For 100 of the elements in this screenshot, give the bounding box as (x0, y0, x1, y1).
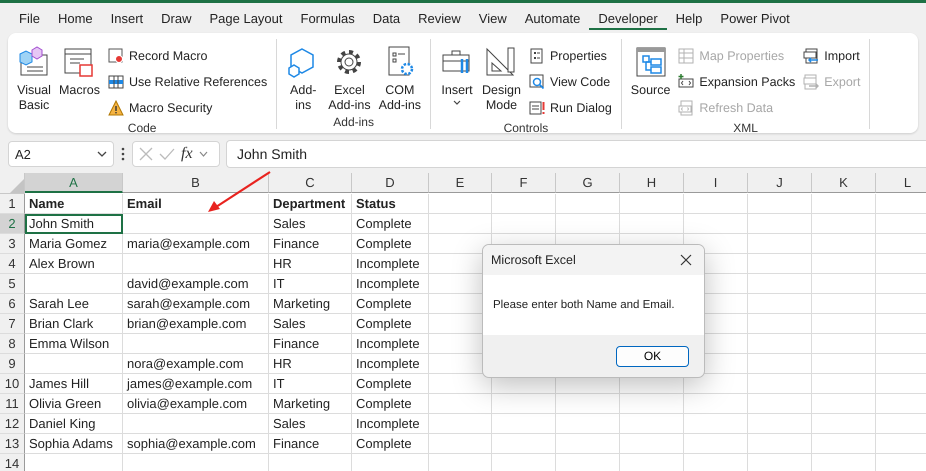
ribbon-button[interactable]: Insert (437, 43, 478, 121)
table-cell-text: Status (355, 195, 397, 213)
ribbon-button[interactable]: Properties (526, 43, 615, 69)
table-icon (678, 48, 694, 64)
menu-tab[interactable]: Page Layout (200, 3, 292, 33)
row-header[interactable]: 3 (0, 234, 25, 254)
ribbon-button[interactable]: Excel Add-ins (325, 43, 374, 115)
ribbon-button[interactable]: Visual Basic (14, 43, 54, 121)
column-header[interactable]: K (812, 173, 876, 193)
row-header[interactable]: 11 (0, 394, 25, 414)
table-cell-text: HR (272, 355, 293, 373)
table-cell-text: Maria Gomez (28, 235, 108, 253)
table-cell-text: Finance (272, 435, 320, 453)
table-cell-text: Incomplete (355, 335, 421, 353)
row-header[interactable]: 9 (0, 354, 25, 374)
check-icon[interactable] (159, 148, 175, 160)
ribbon-button[interactable]: Run Dialog (526, 95, 615, 121)
column-header[interactable]: L (876, 173, 926, 193)
group-label: Add-ins (332, 115, 375, 131)
column-header[interactable]: G (556, 173, 620, 193)
row-header[interactable]: 6 (0, 294, 25, 314)
column-header[interactable]: C (269, 173, 352, 193)
ribbon-button[interactable]: Design Mode (479, 43, 524, 121)
ribbon-button[interactable]: Source (628, 43, 674, 121)
chevron-down-icon[interactable] (198, 151, 208, 157)
menu-tab[interactable]: Automate (516, 3, 590, 33)
row-header[interactable]: 2 (0, 214, 25, 234)
list-icon (528, 48, 545, 64)
menu-tab[interactable]: Draw (152, 3, 200, 33)
row-header[interactable]: 1 (0, 194, 25, 214)
row-header[interactable]: 8 (0, 334, 25, 354)
table-cell-text: James Hill (28, 375, 90, 393)
row-header[interactable]: 4 (0, 254, 25, 274)
cancel-icon[interactable] (139, 147, 153, 161)
table-cell-text: Incomplete (355, 355, 421, 373)
table-cell-text: nora@example.com (126, 355, 245, 373)
ribbon-button[interactable]: COM Add-ins (376, 43, 424, 115)
ribbon-button[interactable]: Record Macro (104, 43, 270, 69)
ok-button[interactable]: OK (616, 346, 689, 366)
table-cell-text: Complete (355, 315, 413, 333)
table-cell-text: HR (272, 255, 293, 273)
row-header[interactable]: 10 (0, 374, 25, 394)
group-label: Code (126, 121, 158, 137)
table-cell-text: Sales (272, 415, 307, 433)
ribbon-button[interactable]: Use Relative References (104, 69, 270, 95)
arrow (206, 170, 272, 214)
table-cell-text: Complete (355, 375, 413, 393)
ribbon-button[interactable]: Add- ins (283, 43, 324, 115)
column-header[interactable]: E (429, 173, 492, 193)
menu-tab[interactable]: Help (666, 3, 712, 33)
menu-tab[interactable]: View (470, 3, 516, 33)
column-header[interactable]: H (620, 173, 684, 193)
column-header[interactable]: F (492, 173, 556, 193)
table-cell-text: sophia@example.com (126, 435, 257, 453)
name-box[interactable]: A2 (8, 141, 114, 167)
column-header[interactable]: A (25, 173, 123, 193)
ribbon-button[interactable]: Macros (56, 43, 103, 121)
table-cell-text: Brian Clark (28, 315, 94, 333)
row-header[interactable]: 14 (0, 454, 25, 471)
menu-tab[interactable]: Insert (102, 3, 152, 33)
ribbon-button[interactable]: Import (800, 43, 864, 69)
insert-function-button[interactable]: fx (181, 145, 193, 163)
menu-tab[interactable]: Developer (589, 3, 667, 33)
ribbon-button[interactable]: Expansion Packs (675, 69, 798, 95)
column-header[interactable]: D (352, 173, 429, 193)
import-icon (803, 48, 820, 64)
dialog-message: Please enter both Name and Email. (493, 299, 675, 311)
menu-tab[interactable]: Home (48, 3, 102, 33)
formula-field[interactable]: John Smith (226, 140, 926, 168)
table-cell-text: Incomplete (355, 275, 421, 293)
row-header[interactable]: 5 (0, 274, 25, 294)
list-exclamation-icon (528, 100, 545, 116)
ribbon-button[interactable]: Macro Security (104, 95, 270, 121)
export-icon (803, 74, 820, 90)
code-document-icon (678, 100, 694, 116)
menu-tab[interactable]: Data (364, 3, 410, 33)
table-cell-text: Marketing (272, 295, 332, 313)
menu-tab[interactable]: Formulas (292, 3, 364, 33)
close-icon[interactable] (680, 254, 692, 266)
table-cell-text: Complete (355, 215, 413, 233)
table-cell-text: Name (28, 195, 66, 213)
row-header[interactable]: 7 (0, 314, 25, 334)
chevron-down-icon (97, 151, 107, 157)
table-cell-text: Incomplete (355, 255, 421, 273)
row-header[interactable]: 13 (0, 434, 25, 454)
table-cell-text: Finance (272, 335, 320, 353)
table-cell-text: IT (272, 275, 286, 293)
row-header[interactable]: 12 (0, 414, 25, 434)
column-header[interactable]: I (684, 173, 748, 193)
more-icon[interactable] (120, 147, 126, 161)
menu-tab[interactable]: File (10, 3, 49, 33)
column-header[interactable]: B (123, 173, 269, 193)
menu-tab[interactable]: Power Pivot (711, 3, 799, 33)
table-cell-text: Complete (355, 395, 413, 413)
magnifier-icon (528, 74, 545, 90)
table-cell-text: Incomplete (355, 415, 421, 433)
menu-tab[interactable]: Review (409, 3, 470, 33)
table-cell-text: maria@example.com (126, 235, 252, 253)
ribbon-button[interactable]: View Code (526, 69, 615, 95)
column-header[interactable]: J (748, 173, 812, 193)
